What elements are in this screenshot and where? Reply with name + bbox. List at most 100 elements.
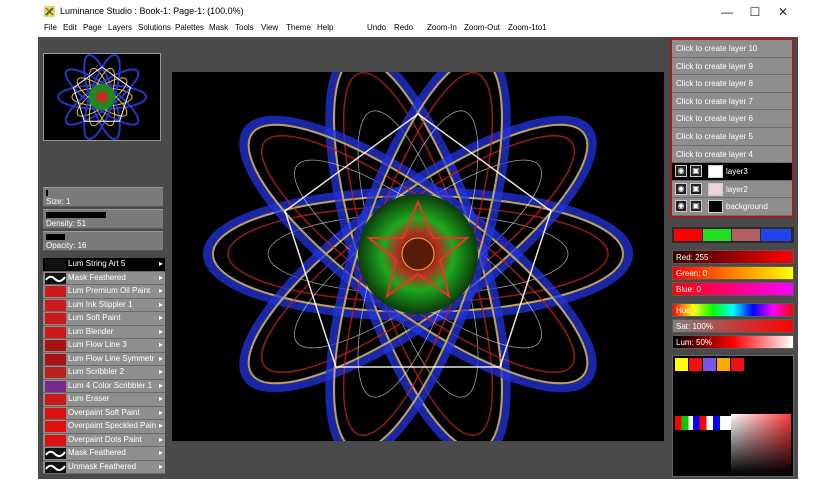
menu-solutions[interactable]: Solutions [138,23,171,32]
zoom-1to1-button[interactable]: Zoom-1to1 [508,23,547,32]
menu-palettes[interactable]: Palettes [175,23,204,32]
menu-tools[interactable]: Tools [235,23,254,32]
submenu-arrow-icon[interactable]: ▸ [159,259,163,268]
hue-slider[interactable]: Hue: 0 [672,303,794,317]
menu-page[interactable]: Page [83,23,102,32]
submenu-arrow-icon[interactable]: ▸ [159,367,163,376]
submenu-arrow-icon[interactable]: ▸ [159,286,163,295]
opacity-slider[interactable]: Opacity: 16 [43,231,163,251]
create-layer-slot[interactable]: Click to create layer 5 [672,127,792,146]
swatch-3[interactable] [732,229,760,241]
brush-item[interactable]: Unmask Feathered ▸ [43,460,165,474]
create-layer-slot[interactable]: Click to create layer 10 [672,40,792,58]
submenu-arrow-icon[interactable]: ▸ [159,462,163,471]
menu-file[interactable]: File [44,23,57,32]
lock-icon[interactable]: ▣ [690,200,702,213]
swatch-4[interactable] [761,229,791,241]
submenu-arrow-icon[interactable]: ▸ [159,381,163,390]
swatch-1[interactable] [674,229,702,241]
brush-preview-icon [45,367,66,378]
maximize-button[interactable]: ☐ [742,4,768,20]
menu-theme[interactable]: Theme [286,23,311,32]
menu-help[interactable]: Help [317,23,333,32]
menu-mask[interactable]: Mask [209,23,228,32]
brush-item[interactable]: Mask Feathered ▸ [43,447,165,461]
create-layer-label: Click to create layer 5 [676,131,753,141]
painting-canvas[interactable] [172,72,664,441]
red-slider[interactable]: Red: 255 [672,250,794,264]
layer-name: background [726,202,768,212]
color-palette[interactable] [672,355,794,477]
palette-swatch-2[interactable] [689,358,702,371]
brush-item[interactable]: Lum Scribbler 2 ▸ [43,366,165,380]
brush-item[interactable]: Lum Soft Paint ▸ [43,312,165,326]
saturation-slider[interactable]: Sat: 100% [672,319,794,333]
menu-layers[interactable]: Layers [108,23,132,32]
create-layer-slot[interactable]: Click to create layer 4 [672,145,792,164]
submenu-arrow-icon[interactable]: ▸ [159,354,163,363]
submenu-arrow-icon[interactable]: ▸ [159,421,163,430]
lock-icon[interactable]: ▣ [690,182,702,195]
submenu-arrow-icon[interactable]: ▸ [159,435,163,444]
visibility-eye-icon[interactable]: ◉ [675,200,687,213]
brush-preview-icon [45,286,66,297]
visibility-eye-icon[interactable]: ◉ [675,165,687,178]
brush-item[interactable]: Lum String Art 5 ▸ [43,258,165,272]
size-slider[interactable]: Size: 1 [43,187,163,207]
brush-item[interactable]: Lum Premium Oil Paint ▸ [43,285,165,299]
layer-row[interactable]: ◉ ▣ layer3 [672,163,792,181]
brush-item[interactable]: Overpaint Soft Paint ▸ [43,406,165,420]
brush-item[interactable]: Lum Flow Line Symmetr ▸ [43,352,165,366]
brush-item[interactable]: Mask Feathered ▸ [43,271,165,285]
palette-swatch-5[interactable] [731,358,744,371]
create-layer-slot[interactable]: Click to create layer 7 [672,92,792,111]
swatch-2[interactable] [703,229,731,241]
brush-item[interactable]: Lum Blender ▸ [43,325,165,339]
palette-swatch-3[interactable] [703,358,716,371]
mini-color-strip[interactable] [675,416,731,430]
create-layer-slot[interactable]: Click to create layer 8 [672,75,792,93]
saturation-label: Sat: 100% [676,322,713,331]
undo-button[interactable]: Undo [367,23,386,32]
submenu-arrow-icon[interactable]: ▸ [159,273,163,282]
submenu-arrow-icon[interactable]: ▸ [159,448,163,457]
brush-item[interactable]: Lum Ink Stippler 1 ▸ [43,298,165,312]
luminance-slider[interactable]: Lum: 50% [672,335,794,349]
zoom-in-button[interactable]: Zoom-In [427,23,457,32]
layer-thumbnail [708,200,723,214]
layer-row[interactable]: ◉ ▣ layer2 [672,180,792,199]
hue-label: Hue: 0 [676,306,700,315]
submenu-arrow-icon[interactable]: ▸ [159,327,163,336]
layer-row[interactable]: ◉ ▣ background [672,198,792,216]
create-layer-slot[interactable]: Click to create layer 9 [672,57,792,76]
brush-item[interactable]: Lum 4 Color Scribbler 1 ▸ [43,379,165,393]
density-slider[interactable]: Density: 51 [43,209,163,229]
brush-item[interactable]: Overpaint Speckled Pain ▸ [43,420,165,434]
minimize-button[interactable]: — [714,4,740,20]
menu-edit[interactable]: Edit [63,23,77,32]
redo-button[interactable]: Redo [394,23,413,32]
menu-view[interactable]: View [261,23,278,32]
opacity-fill [46,234,65,240]
submenu-arrow-icon[interactable]: ▸ [159,313,163,322]
blue-slider[interactable]: Blue: 0 [672,282,794,296]
brush-item[interactable]: Overpaint Dots Paint ▸ [43,433,165,447]
submenu-arrow-icon[interactable]: ▸ [159,340,163,349]
palette-swatch-4[interactable] [717,358,730,371]
green-slider[interactable]: Green: 0 [672,266,794,280]
create-layer-slot[interactable]: Click to create layer 6 [672,110,792,128]
visibility-eye-icon[interactable]: ◉ [675,182,687,195]
submenu-arrow-icon[interactable]: ▸ [159,300,163,309]
window-title: Luminance Studio : Book-1: Page-1: (100.… [60,6,244,16]
lock-icon[interactable]: ▣ [690,165,702,178]
submenu-arrow-icon[interactable]: ▸ [159,408,163,417]
zoom-out-button[interactable]: Zoom-Out [464,23,500,32]
color-gradient-picker[interactable] [731,414,791,474]
close-button[interactable]: ✕ [770,4,796,20]
green-label: Green: 0 [676,269,708,278]
submenu-arrow-icon[interactable]: ▸ [159,394,163,403]
palette-swatch-1[interactable] [675,358,688,371]
navigator-thumbnail[interactable] [43,50,161,144]
brush-item[interactable]: Lum Flow Line 3 ▸ [43,339,165,353]
brush-item[interactable]: Lum Eraser ▸ [43,393,165,407]
